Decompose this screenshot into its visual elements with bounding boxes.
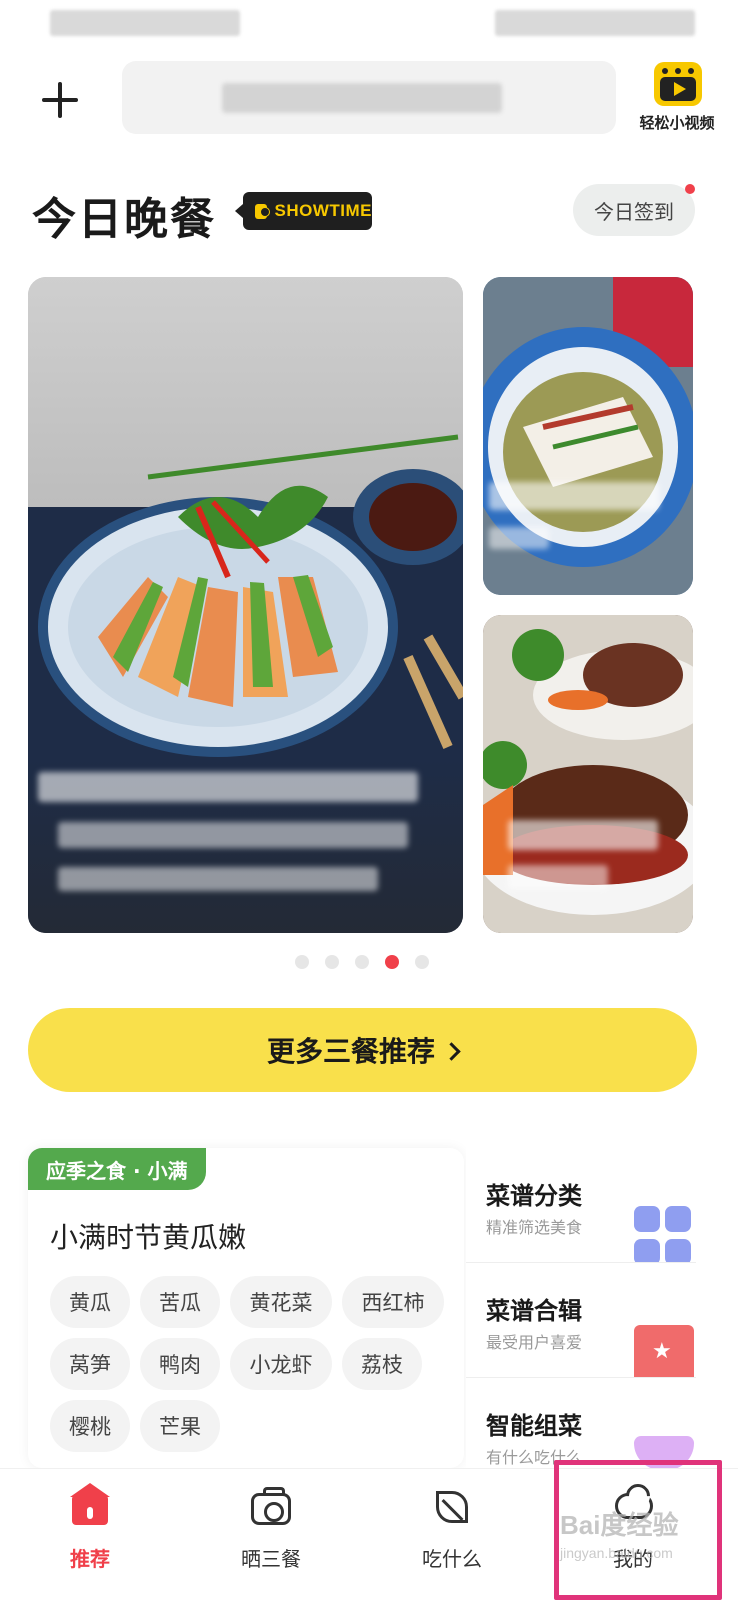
- watermark: Bai度经验: [560, 1510, 679, 1540]
- season-tag: 应季之食 · 小满: [28, 1148, 206, 1190]
- status-icons-blurred: [495, 10, 695, 36]
- menu-title: 菜谱分类: [486, 1182, 582, 1210]
- section-title: 今日晚餐: [32, 194, 216, 245]
- collection-book-icon: [634, 1325, 694, 1385]
- search-placeholder-blurred: [222, 83, 502, 113]
- featured-title-blurred: [38, 772, 418, 802]
- menu-subtitle: 有什么吃什么: [486, 1448, 583, 1467]
- nav-label: 推荐: [70, 1547, 110, 1571]
- menu-title: 智能组菜: [486, 1412, 582, 1440]
- recipe-card-steak[interactable]: [483, 615, 693, 933]
- tofu-title-blurred: [489, 482, 659, 510]
- ingredient-chip[interactable]: 莴笋: [50, 1338, 130, 1390]
- nav-label: 晒三餐: [241, 1547, 301, 1571]
- status-bar: [0, 0, 738, 50]
- carousel-indicator: [295, 955, 429, 969]
- steak-title-blurred: [508, 820, 658, 850]
- grid-icon: [634, 1206, 694, 1266]
- showtime-badge[interactable]: SHOWTIME: [235, 192, 372, 230]
- nav-tab-recommend[interactable]: 推荐: [10, 1469, 170, 1600]
- carousel-dot[interactable]: [325, 955, 339, 969]
- notification-dot: [685, 184, 695, 194]
- ingredient-chip[interactable]: 西红柿: [342, 1276, 444, 1328]
- add-button[interactable]: [40, 80, 80, 120]
- chevron-right-icon: [442, 1041, 461, 1061]
- leaf-icon: [436, 1491, 468, 1523]
- ingredient-chip[interactable]: 小龙虾: [230, 1338, 332, 1390]
- ingredient-chip[interactable]: 黄瓜: [50, 1276, 130, 1328]
- featured-desc-blurred-2: [58, 867, 378, 891]
- menu-title: 菜谱合辑: [486, 1297, 582, 1325]
- nav-tab-what-to-eat[interactable]: 吃什么: [372, 1469, 532, 1600]
- more-meals-button[interactable]: 更多三餐推荐: [28, 1008, 697, 1092]
- carousel-dot[interactable]: [355, 955, 369, 969]
- daily-checkin-button[interactable]: 今日签到: [573, 184, 695, 236]
- watermark-url: jingyan.baidu.com: [560, 1545, 673, 1561]
- ingredient-chip[interactable]: 鸭肉: [140, 1338, 220, 1390]
- status-time-blurred: [50, 10, 240, 36]
- menu-subtitle: 最受用户喜爱: [486, 1333, 583, 1352]
- nav-tab-share-meals[interactable]: 晒三餐: [191, 1469, 351, 1600]
- seasonal-food-card: 应季之食 · 小满 小满时节黄瓜嫩 黄瓜 苦瓜 黄花菜 西红柿 莴笋 鸭肉 小龙…: [28, 1148, 464, 1468]
- search-bar[interactable]: [122, 61, 616, 134]
- ingredient-chip[interactable]: 黄花菜: [230, 1276, 332, 1328]
- nav-label: 吃什么: [422, 1547, 482, 1571]
- showtime-label: SHOWTIME: [274, 201, 372, 220]
- home-icon: [70, 1483, 110, 1525]
- featured-desc-blurred: [58, 822, 408, 848]
- featured-recipe-card[interactable]: [28, 277, 463, 933]
- recipe-card-tofu[interactable]: [483, 277, 693, 595]
- menu-subtitle: 精准筛选美食: [486, 1218, 583, 1237]
- video-play-icon: [654, 62, 702, 106]
- ingredient-chip[interactable]: 樱桃: [50, 1400, 130, 1452]
- short-video-entry[interactable]: 轻松小视频: [636, 60, 718, 138]
- season-title[interactable]: 小满时节黄瓜嫩: [50, 1216, 246, 1256]
- camera-icon: [251, 1487, 291, 1525]
- carousel-dot-active[interactable]: [385, 955, 399, 969]
- ingredient-chip[interactable]: 苦瓜: [140, 1276, 220, 1328]
- ingredient-chip[interactable]: 荔枝: [342, 1338, 422, 1390]
- camera-icon: [255, 203, 270, 219]
- carousel-dot[interactable]: [415, 955, 429, 969]
- carousel-dot[interactable]: [295, 955, 309, 969]
- short-video-label: 轻松小视频: [639, 114, 715, 132]
- ingredient-chip[interactable]: 芒果: [140, 1400, 220, 1452]
- more-meals-label: 更多三餐推荐: [266, 1035, 435, 1068]
